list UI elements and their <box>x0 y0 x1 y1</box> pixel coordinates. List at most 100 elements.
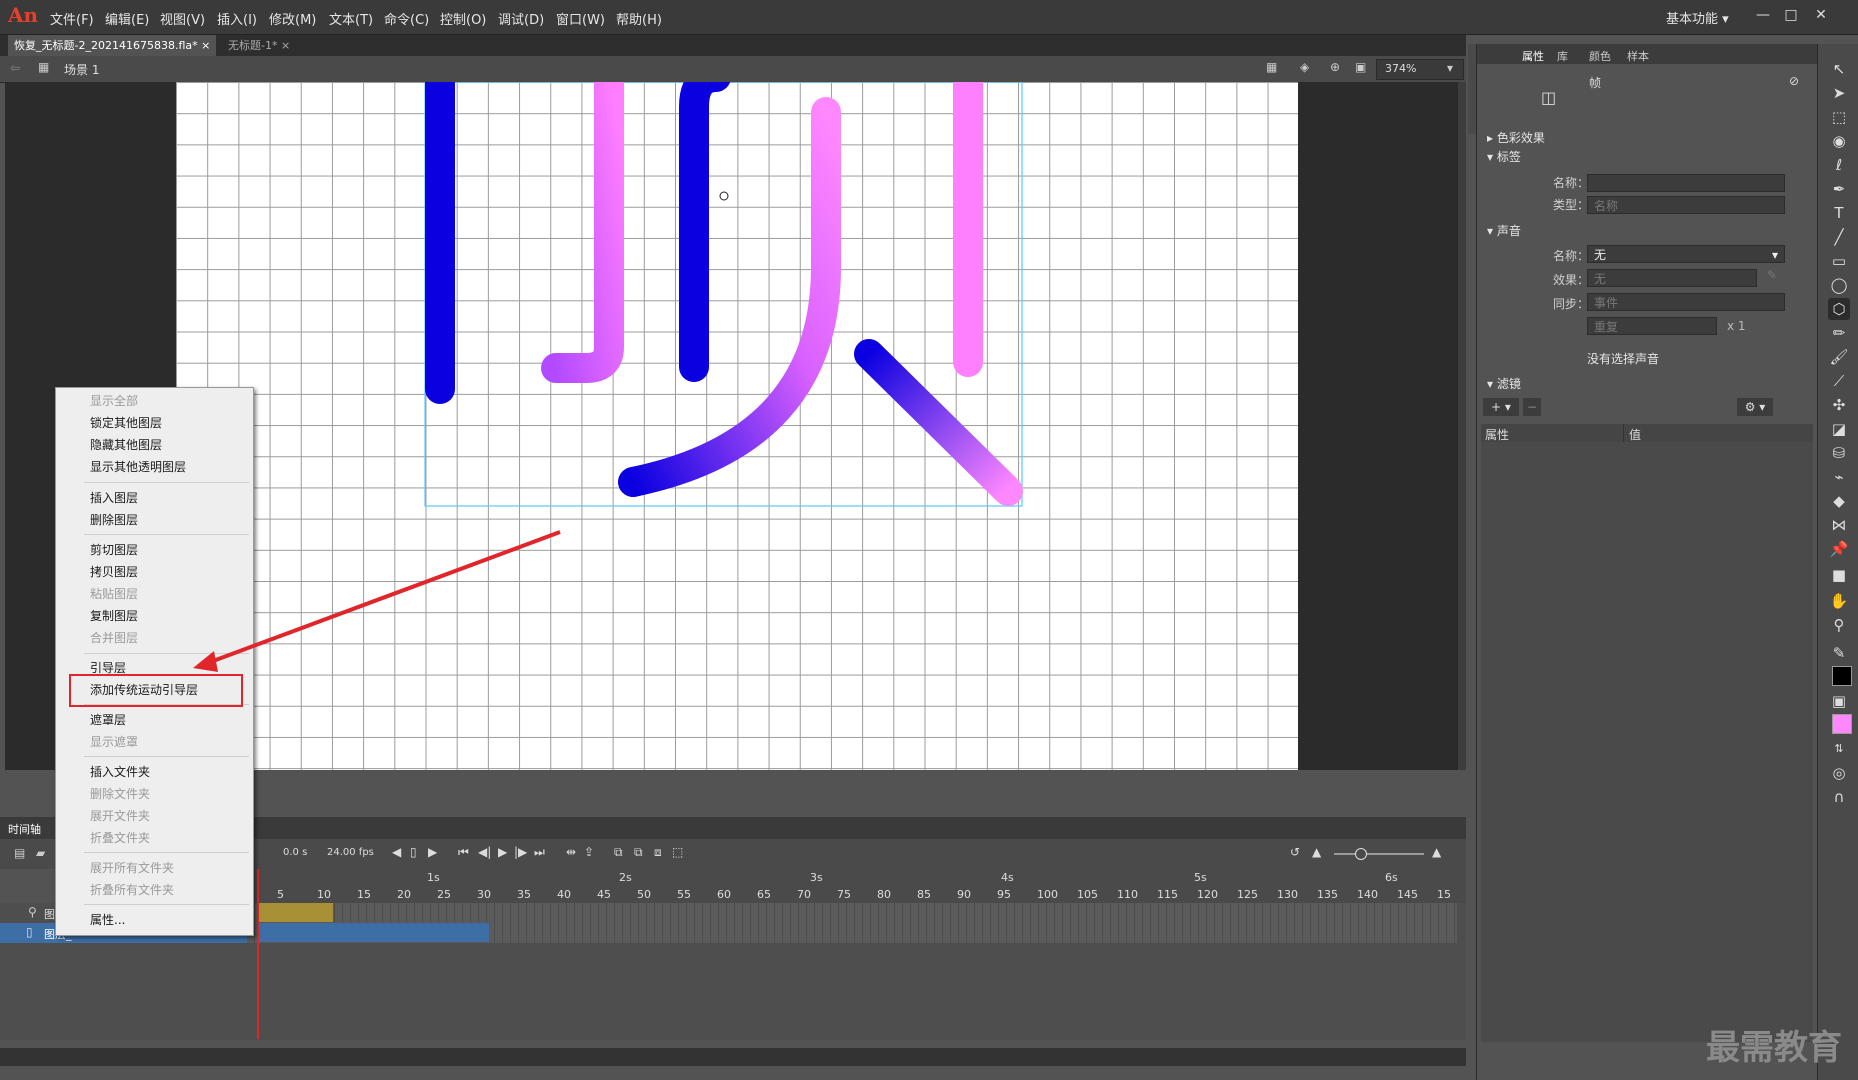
section-color-effect[interactable]: ▸ 色彩效果 <box>1487 129 1545 146</box>
pin-tool-icon[interactable]: 📌 <box>1828 538 1850 560</box>
frame-span-guide[interactable] <box>257 903 333 922</box>
menu-item-collapse-all-folders[interactable]: 折叠所有文件夹 <box>90 881 174 898</box>
menu-item-show-masking[interactable]: 显示遮罩 <box>90 733 138 750</box>
close-button[interactable]: ✕ <box>1808 4 1834 26</box>
menu-file[interactable]: 文件(F) <box>50 9 94 28</box>
eyedropper-tool-icon[interactable]: ⌁ <box>1828 466 1850 488</box>
menu-help[interactable]: 帮助(H) <box>616 9 662 28</box>
menu-item-mask[interactable]: 遮罩层 <box>90 711 126 728</box>
hand-tool-icon[interactable]: ✋ <box>1828 590 1850 612</box>
stroke-color-swatch[interactable] <box>1832 666 1852 686</box>
help-icon[interactable]: ⊘ <box>1789 74 1799 88</box>
menu-item-delete-layer[interactable]: 删除图层 <box>90 511 138 528</box>
onion-skin-icon[interactable]: ⧉ <box>614 845 623 860</box>
oval-tool-icon[interactable]: ◯ <box>1828 274 1850 296</box>
section-sound[interactable]: ▾ 声音 <box>1487 222 1521 239</box>
swap-colors-icon[interactable]: ⇅ <box>1828 738 1850 760</box>
menu-item-hide-others[interactable]: 隐藏其他图层 <box>90 436 162 453</box>
3d-rotation-tool-icon[interactable]: ◉ <box>1828 130 1850 152</box>
onion-outline-icon[interactable]: ⧉ <box>634 845 643 860</box>
back-arrow-icon[interactable]: ⇦ <box>10 61 20 75</box>
bone-tool-icon[interactable]: ✣ <box>1828 394 1850 416</box>
loop-icon[interactable]: ⇹ <box>566 845 576 859</box>
zoom-select[interactable]: 374% ▾ <box>1376 59 1464 80</box>
prev-keyframe-icon[interactable]: ◀ <box>392 845 401 859</box>
new-layer-icon[interactable]: ▤ <box>14 846 25 860</box>
minimize-button[interactable]: — <box>1750 4 1776 26</box>
first-frame-icon[interactable]: ⏮ <box>458 845 469 860</box>
close-icon[interactable]: × <box>201 39 210 52</box>
zoom-out-icon[interactable]: ▲ <box>1312 845 1321 859</box>
menu-edit[interactable]: 编辑(E) <box>105 9 149 28</box>
sync-select[interactable]: 事件 <box>1587 293 1785 311</box>
slider-handle[interactable] <box>1355 848 1367 860</box>
edit-symbol-icon[interactable]: ◈ <box>1300 60 1309 74</box>
free-transform-tool-icon[interactable]: ⬚ <box>1828 106 1850 128</box>
layer-name[interactable]: 图 <box>44 906 55 922</box>
menu-item-merge-layers[interactable]: 合并图层 <box>90 629 138 646</box>
menu-item-expand-all-folders[interactable]: 展开所有文件夹 <box>90 859 174 876</box>
edit-multiple-icon[interactable]: ⧈ <box>654 845 662 860</box>
eraser-tool-icon[interactable]: ◆ <box>1828 490 1850 512</box>
menu-window[interactable]: 窗口(W) <box>556 9 605 28</box>
menu-item-show-all[interactable]: 显示全部 <box>90 392 138 409</box>
menu-item-copy-layer[interactable]: 拷贝图层 <box>90 563 138 580</box>
zoom-tool-icon[interactable]: ⚲ <box>1828 614 1850 636</box>
stroke-5[interactable] <box>618 97 841 497</box>
add-filter-button[interactable]: + ▾ <box>1483 398 1519 416</box>
camera-tool-icon[interactable]: ■ <box>1828 564 1850 586</box>
last-frame-icon[interactable]: ⏭ <box>534 845 545 860</box>
menu-view[interactable]: 视图(V) <box>160 9 205 28</box>
fps-readout[interactable]: 24.00 fps <box>327 847 374 858</box>
brush-tool-icon[interactable]: ⟋ <box>1828 370 1850 392</box>
pen-tool-icon[interactable]: ✒ <box>1828 178 1850 200</box>
remove-filter-button[interactable]: − <box>1523 398 1541 416</box>
stage-canvas[interactable] <box>176 82 1298 770</box>
next-keyframe-icon[interactable]: ▶ <box>428 845 437 859</box>
tab-color[interactable]: 颜色 <box>1589 48 1611 64</box>
menu-item-show-others-transparent[interactable]: 显示其他透明图层 <box>90 458 186 475</box>
stroke-4[interactable] <box>679 82 731 382</box>
center-frame-icon[interactable]: ⇪ <box>584 845 594 859</box>
repeat-select[interactable]: 重复 <box>1587 317 1717 335</box>
menu-item-cut-layer[interactable]: 剪切图层 <box>90 541 138 558</box>
lasso-tool-icon[interactable]: ℓ <box>1828 154 1850 176</box>
rectangle-tool-icon[interactable]: ▭ <box>1828 250 1850 272</box>
paint-bucket-tool-icon[interactable]: ◪ <box>1828 418 1850 440</box>
section-filters[interactable]: ▾ 滤镜 <box>1487 375 1521 392</box>
pencil-tool-icon[interactable]: ✏ <box>1828 322 1850 344</box>
menu-control[interactable]: 控制(O) <box>440 9 486 28</box>
stage-scrollbar[interactable] <box>1458 82 1466 770</box>
menu-item-insert-layer[interactable]: 插入图层 <box>90 489 138 506</box>
edit-envelope-icon[interactable]: ✎ <box>1767 268 1777 282</box>
menu-text[interactable]: 文本(T) <box>329 9 373 28</box>
menu-item-properties[interactable]: 属性... <box>90 911 125 928</box>
object-drawing-icon[interactable]: ◎ <box>1828 762 1850 784</box>
close-icon[interactable]: × <box>281 39 290 52</box>
text-tool-icon[interactable]: T <box>1828 202 1850 224</box>
label-type-select[interactable]: 名称 <box>1587 196 1785 214</box>
filter-options-button[interactable]: ⚙ ▾ <box>1737 398 1773 416</box>
play-icon[interactable]: ▶ <box>498 845 507 859</box>
menu-item-paste-layer[interactable]: 粘贴图层 <box>90 585 138 602</box>
tab-swatches[interactable]: 样本 <box>1627 48 1649 64</box>
edit-scene-icon[interactable]: ▦ <box>1266 60 1277 74</box>
frame-span-motion[interactable] <box>257 923 489 942</box>
menu-debug[interactable]: 调试(D) <box>498 9 544 28</box>
new-folder-icon[interactable]: ▰ <box>36 846 45 860</box>
stroke-3[interactable] <box>541 82 624 383</box>
undo-icon[interactable]: ↺ <box>1290 845 1300 859</box>
menu-item-expand-folder[interactable]: 展开文件夹 <box>90 807 150 824</box>
doc-tab-active[interactable]: 恢复_无标题-2_202141675838.fla* × <box>8 35 217 56</box>
menu-item-lock-others[interactable]: 锁定其他图层 <box>90 414 162 431</box>
menu-commands[interactable]: 命令(C) <box>384 9 429 28</box>
width-tool-icon[interactable]: ⋈ <box>1828 514 1850 536</box>
repeat-count[interactable]: x 1 <box>1727 319 1746 333</box>
fill-color-swatch[interactable] <box>1832 714 1852 734</box>
selection-tool-icon[interactable]: ↖ <box>1828 58 1850 80</box>
clip-icon[interactable]: ▣ <box>1355 60 1366 74</box>
step-forward-icon[interactable]: |▶ <box>514 845 527 859</box>
frame-size-slider[interactable] <box>1334 853 1424 855</box>
subselection-tool-icon[interactable]: ➤ <box>1828 82 1850 104</box>
menu-item-collapse-folder[interactable]: 折叠文件夹 <box>90 829 150 846</box>
